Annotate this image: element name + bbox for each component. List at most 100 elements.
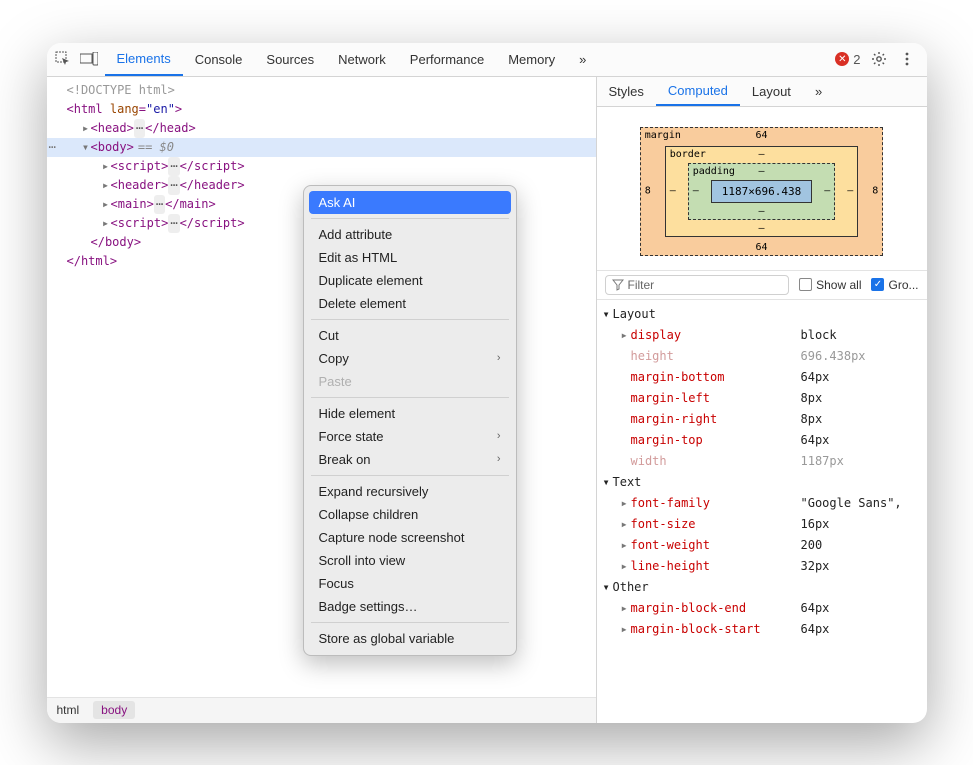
tab-styles[interactable]: Styles: [597, 77, 656, 106]
prop-row[interactable]: width1187px: [603, 451, 921, 472]
ellipsis-icon[interactable]: ⋯: [154, 195, 165, 214]
content-dims: 1187×696.438: [722, 185, 801, 198]
margin-bottom-val: 64: [755, 242, 767, 253]
context-menu-item[interactable]: Ask AI: [309, 191, 511, 214]
context-menu-item[interactable]: Cut: [309, 324, 511, 347]
error-badge[interactable]: ✕ 2: [835, 52, 860, 67]
menu-item-label: Edit as HTML: [319, 250, 398, 265]
prop-name: font-size: [631, 514, 801, 535]
menu-item-label: Break on: [319, 452, 371, 467]
prop-row[interactable]: ▸font-size16px: [603, 514, 921, 535]
context-menu-separator: [311, 218, 509, 219]
tab-layout[interactable]: Layout: [740, 77, 803, 106]
ellipsis-icon[interactable]: ⋯: [168, 157, 179, 176]
tab-memory[interactable]: Memory: [496, 43, 567, 76]
context-menu-item[interactable]: Store as global variable: [309, 627, 511, 650]
prop-row[interactable]: ▸margin-block-start64px: [603, 619, 921, 640]
submenu-arrow-icon: ›: [497, 453, 501, 465]
context-menu-item[interactable]: Badge settings…: [309, 595, 511, 618]
filter-input[interactable]: Filter: [605, 275, 790, 295]
device-mode-icon[interactable]: [79, 49, 99, 69]
context-menu-item[interactable]: Add attribute: [309, 223, 511, 246]
ellipsis-icon[interactable]: ⋯: [168, 214, 179, 233]
ellipsis-icon[interactable]: ⋯: [168, 176, 179, 195]
dom-node[interactable]: <!DOCTYPE html>: [47, 81, 596, 100]
overflow-label: »: [579, 52, 586, 67]
prop-value: 200: [801, 535, 823, 556]
prop-group[interactable]: ▾Text: [603, 472, 921, 493]
context-menu-item[interactable]: Edit as HTML: [309, 246, 511, 269]
tab-label: Styles: [609, 84, 644, 99]
prop-value: 64px: [801, 619, 830, 640]
tab-computed[interactable]: Computed: [656, 77, 740, 106]
border-right-val: –: [847, 186, 853, 197]
prop-value: "Google Sans",: [801, 493, 902, 514]
gear-icon[interactable]: [869, 49, 889, 69]
prop-row[interactable]: ▸line-height32px: [603, 556, 921, 577]
context-menu-item[interactable]: Collapse children: [309, 503, 511, 526]
context-menu-separator: [311, 319, 509, 320]
context-menu-item[interactable]: Capture node screenshot: [309, 526, 511, 549]
context-menu-item[interactable]: Expand recursively: [309, 480, 511, 503]
prop-value: 8px: [801, 409, 823, 430]
tab-performance[interactable]: Performance: [398, 43, 496, 76]
attr-name: lang: [110, 102, 139, 116]
tab-label: Console: [195, 52, 243, 67]
group-checkbox[interactable]: ✓Gro...: [871, 278, 918, 292]
dom-node[interactable]: <html lang="en">: [47, 100, 596, 119]
ellipsis-icon[interactable]: ⋯: [134, 119, 145, 138]
prop-row[interactable]: margin-left8px: [603, 388, 921, 409]
box-model[interactable]: margin 64 64 8 8 border – – – – padding …: [597, 107, 927, 271]
crumb-body[interactable]: body: [93, 701, 135, 719]
prop-group[interactable]: ▾Layout: [603, 304, 921, 325]
tabs-overflow[interactable]: »: [803, 77, 834, 106]
prop-row[interactable]: margin-right8px: [603, 409, 921, 430]
tab-sources[interactable]: Sources: [254, 43, 326, 76]
kebab-icon[interactable]: [897, 49, 917, 69]
menu-item-label: Add attribute: [319, 227, 393, 242]
context-menu-item[interactable]: Hide element: [309, 402, 511, 425]
context-menu-item[interactable]: Break on ›: [309, 448, 511, 471]
context-menu-item[interactable]: Duplicate element: [309, 269, 511, 292]
menu-item-label: Store as global variable: [319, 631, 455, 646]
menu-item-label: Scroll into view: [319, 553, 406, 568]
context-menu-item[interactable]: Scroll into view: [309, 549, 511, 572]
context-menu-item[interactable]: Focus: [309, 572, 511, 595]
padding-label: padding: [693, 166, 735, 177]
prop-row[interactable]: ▸font-family"Google Sans",: [603, 493, 921, 514]
tab-elements[interactable]: Elements: [105, 43, 183, 76]
prop-row[interactable]: ▸margin-block-end64px: [603, 598, 921, 619]
inspect-icon[interactable]: [53, 49, 73, 69]
tab-network[interactable]: Network: [326, 43, 398, 76]
elements-panel: <!DOCTYPE html> <html lang="en"> ▸<head>…: [47, 77, 597, 723]
prop-row[interactable]: ▸displayblock: [603, 325, 921, 346]
dom-node[interactable]: ▸<script>⋯</script>: [47, 157, 596, 176]
prop-value: 64px: [801, 598, 830, 619]
show-all-checkbox[interactable]: Show all: [799, 278, 861, 292]
computed-properties[interactable]: ▾Layout▸displayblockheight696.438pxmargi…: [597, 300, 927, 723]
tag-name: script: [118, 159, 161, 173]
tab-label: Layout: [752, 84, 791, 99]
prop-row[interactable]: height696.438px: [603, 346, 921, 367]
group-name: Text: [613, 475, 642, 489]
prop-row[interactable]: margin-bottom64px: [603, 367, 921, 388]
menu-item-label: Ask AI: [319, 195, 356, 210]
submenu-arrow-icon: ›: [497, 430, 501, 442]
attr-val: "en": [146, 102, 175, 116]
context-menu-item[interactable]: Force state›: [309, 425, 511, 448]
dom-node[interactable]: ▸<head>⋯</head>: [47, 119, 596, 138]
context-menu-item[interactable]: Copy›: [309, 347, 511, 370]
group-name: Other: [613, 580, 649, 594]
prop-group[interactable]: ▾Other: [603, 577, 921, 598]
menu-item-label: Copy: [319, 351, 349, 366]
context-menu-item[interactable]: Delete element: [309, 292, 511, 315]
checkbox-icon: ✓: [871, 278, 884, 291]
tab-console[interactable]: Console: [183, 43, 255, 76]
prop-row[interactable]: margin-top64px: [603, 430, 921, 451]
crumb-html[interactable]: html: [57, 703, 80, 717]
main-tabs: Elements Console Sources Network Perform…: [105, 43, 830, 76]
dom-node-selected[interactable]: ▾<body>== $0: [47, 138, 596, 157]
prop-row[interactable]: ▸font-weight200: [603, 535, 921, 556]
tabs-overflow[interactable]: »: [567, 43, 598, 76]
margin-label: margin: [645, 130, 681, 141]
